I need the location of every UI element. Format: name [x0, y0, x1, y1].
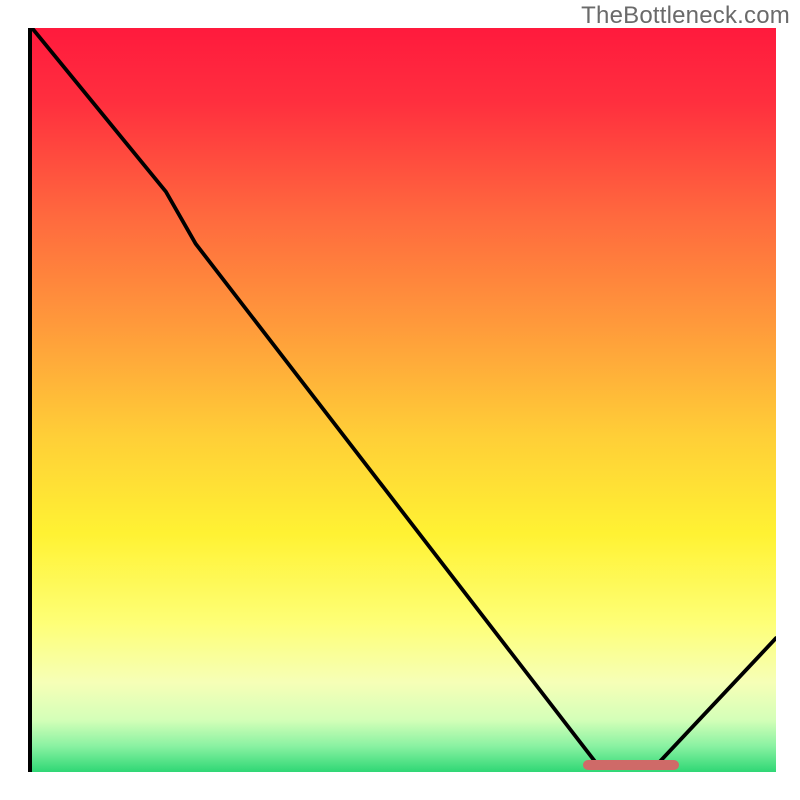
plot-area: [28, 28, 772, 772]
plot-svg: [32, 28, 776, 772]
chart-container: TheBottleneck.com: [0, 0, 800, 800]
watermark-text: TheBottleneck.com: [581, 2, 790, 30]
heatmap-gradient: [32, 28, 776, 772]
optimal-range-marker: [583, 760, 680, 770]
